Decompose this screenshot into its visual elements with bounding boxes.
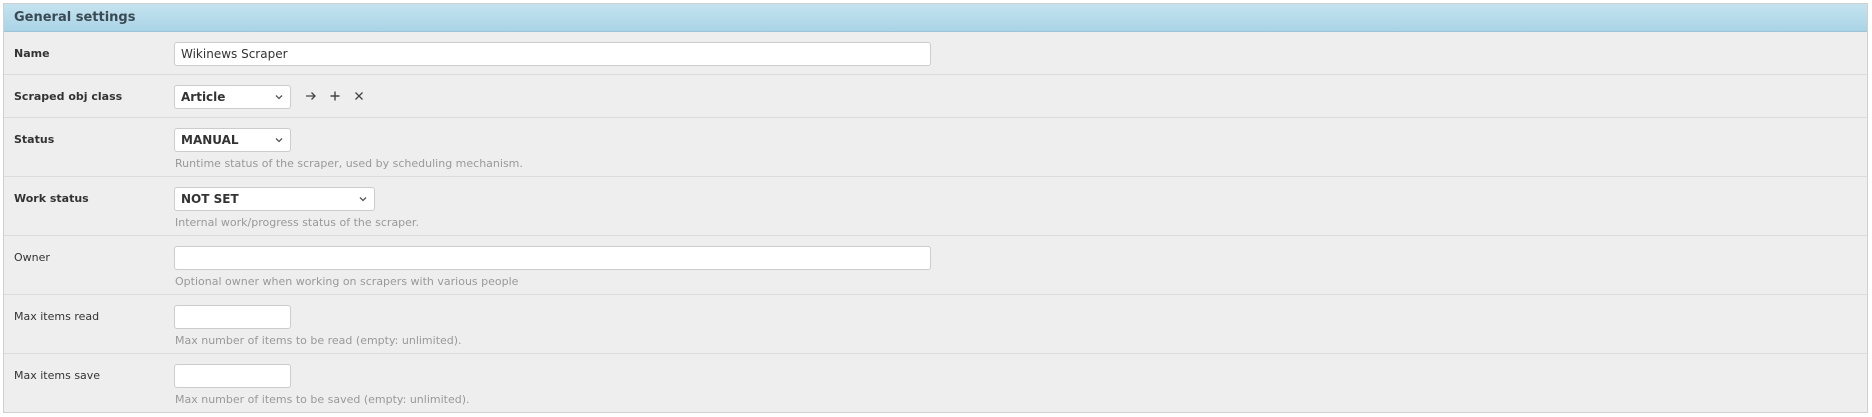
owner-control	[174, 246, 931, 270]
form-row-scraped-obj-class: Scraped obj class Article	[4, 75, 1867, 118]
fieldset-header: General settings	[4, 4, 1867, 32]
plus-icon[interactable]	[326, 87, 344, 105]
scraped-obj-class-select[interactable]: Article	[174, 85, 291, 109]
owner-label: Owner	[14, 251, 50, 264]
status-label: Status	[14, 133, 55, 146]
work-status-selected: NOT SET	[181, 192, 239, 206]
max-items-read-label: Max items read	[14, 310, 100, 323]
work-status-label: Work status	[14, 192, 89, 205]
max-items-save-control	[174, 364, 291, 388]
max-items-read-input[interactable]	[174, 305, 291, 329]
status-help: Runtime status of the scraper, used by s…	[175, 157, 523, 170]
work-status-select[interactable]: NOT SET	[174, 187, 375, 211]
form-row-name: Name Wikinews Scraper	[4, 32, 1867, 75]
work-status-control: NOT SET	[174, 187, 375, 211]
general-settings-fieldset: General settings Name Wikinews Scraper S…	[3, 3, 1868, 413]
max-items-read-help: Max number of items to be read (empty: u…	[175, 334, 462, 347]
max-items-save-input[interactable]	[174, 364, 291, 388]
status-control: MANUAL	[174, 128, 291, 152]
work-status-help: Internal work/progress status of the scr…	[175, 216, 419, 229]
form-row-status: Status MANUAL Runtime status of the scra…	[4, 118, 1867, 177]
form-row-max-items-save: Max items save Max number of items to be…	[4, 354, 1867, 413]
max-items-save-help: Max number of items to be saved (empty: …	[175, 393, 470, 406]
name-label: Name	[14, 47, 50, 60]
close-icon[interactable]	[350, 87, 368, 105]
name-input[interactable]: Wikinews Scraper	[174, 42, 931, 66]
chevron-down-icon	[275, 95, 283, 100]
form-row-owner: Owner Optional owner when working on scr…	[4, 236, 1867, 295]
max-items-save-label: Max items save	[14, 369, 101, 382]
form-row-max-items-read: Max items read Max number of items to be…	[4, 295, 1867, 354]
scraped-obj-class-control: Article	[174, 85, 291, 109]
owner-input[interactable]	[174, 246, 931, 270]
scraped-obj-class-actions	[302, 87, 368, 105]
status-selected: MANUAL	[181, 133, 239, 147]
fieldset-title: General settings	[14, 10, 136, 25]
scraped-obj-class-selected: Article	[181, 90, 226, 104]
owner-help: Optional owner when working on scrapers …	[175, 275, 519, 288]
status-select[interactable]: MANUAL	[174, 128, 291, 152]
form-row-work-status: Work status NOT SET Internal work/progre…	[4, 177, 1867, 236]
chevron-down-icon	[359, 197, 367, 202]
arrow-right-icon[interactable]	[302, 87, 320, 105]
name-control: Wikinews Scraper	[174, 42, 931, 66]
chevron-down-icon	[275, 138, 283, 143]
scraped-obj-class-label: Scraped obj class	[14, 90, 123, 103]
max-items-read-control	[174, 305, 291, 329]
